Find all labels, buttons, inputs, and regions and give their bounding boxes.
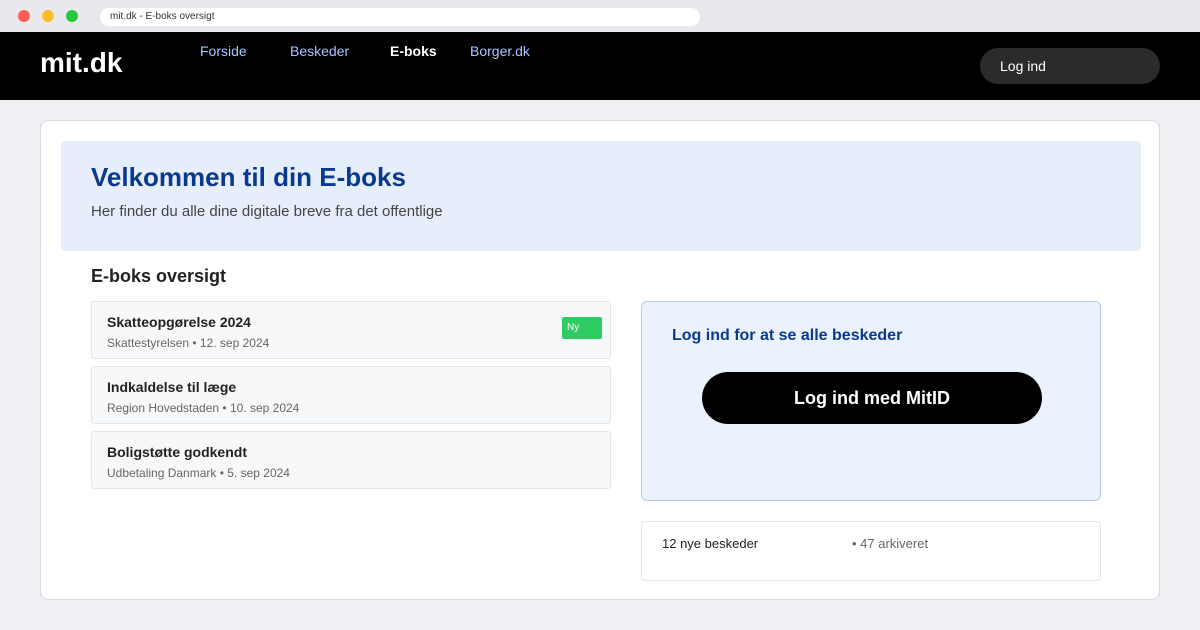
main-card: Velkommen til din E-boks Her finder du a… xyxy=(40,120,1160,600)
nav-link-borger-dk[interactable]: Borger.dk xyxy=(470,43,530,59)
header-login-button[interactable]: Log ind xyxy=(980,48,1160,84)
message-sender-date: Skattestyrelsen • 12. sep 2024 xyxy=(107,336,270,350)
minimize-window-icon[interactable] xyxy=(42,10,54,22)
welcome-banner: Velkommen til din E-boks Her finder du a… xyxy=(61,141,1141,251)
maximize-window-icon[interactable] xyxy=(66,10,78,22)
message-stats: 12 nye beskeder • 47 arkiveret xyxy=(641,521,1101,581)
message-title: Indkaldelse til læge xyxy=(107,379,237,395)
mitid-login-button[interactable]: Log ind med MitID xyxy=(702,372,1042,424)
site-header: mit.dk Forside Beskeder E-boks Borger.dk… xyxy=(0,32,1200,100)
page-title: Velkommen til din E-boks xyxy=(91,162,406,192)
new-badge: Ny xyxy=(562,317,602,339)
message-sender-date: Udbetaling Danmark • 5. sep 2024 xyxy=(107,466,290,480)
login-panel-title: Log ind for at se alle beskeder xyxy=(672,327,903,344)
archived-count: • 47 arkiveret xyxy=(852,536,929,551)
page-subtitle: Her finder du alle dine digitale breve f… xyxy=(91,203,443,220)
nav-link-forside[interactable]: Forside xyxy=(200,43,247,59)
message-title: Boligstøtte godkendt xyxy=(107,444,247,460)
address-bar[interactable]: mit.dk - E-boks oversigt xyxy=(100,8,700,26)
message-sender-date: Region Hovedstaden • 10. sep 2024 xyxy=(107,401,300,415)
message-item[interactable]: Indkaldelse til læge Region Hovedstaden … xyxy=(91,366,611,424)
browser-chrome: mit.dk - E-boks oversigt xyxy=(0,0,1200,32)
overview-heading: E-boks oversigt xyxy=(91,266,227,286)
message-item[interactable]: Boligstøtte godkendt Udbetaling Danmark … xyxy=(91,431,611,489)
message-title: Skatteopgørelse 2024 xyxy=(107,314,251,330)
new-messages-count: 12 nye beskeder xyxy=(662,536,759,551)
message-item[interactable]: Skatteopgørelse 2024 Skattestyrelsen • 1… xyxy=(91,301,611,359)
login-panel: Log ind for at se alle beskeder Log ind … xyxy=(641,301,1101,501)
nav-link-eboks[interactable]: E-boks xyxy=(390,43,437,59)
nav-link-beskeder[interactable]: Beskeder xyxy=(290,43,349,59)
close-window-icon[interactable] xyxy=(18,10,30,22)
site-logo[interactable]: mit.dk xyxy=(40,47,122,79)
